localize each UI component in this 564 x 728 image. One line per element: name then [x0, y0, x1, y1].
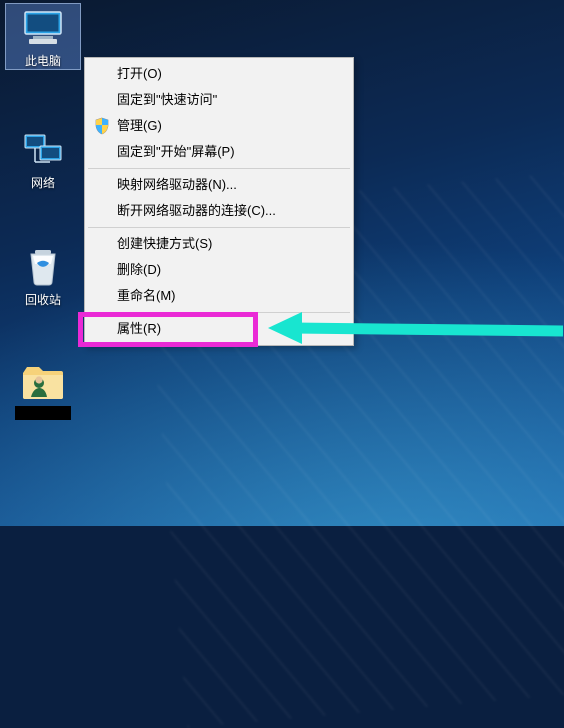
menu-item-label: 映射网络驱动器(N)... — [117, 177, 237, 192]
context-menu: 打开(O) 固定到"快速访问" 管理(G) 固定到"开始"屏幕(P) 映射网络驱… — [84, 57, 354, 346]
desktop-background[interactable]: 此电脑 网络 回收站 — [0, 0, 564, 526]
desktop-icon-label: 回收站 — [6, 291, 80, 308]
shield-icon — [93, 117, 111, 135]
menu-item-manage[interactable]: 管理(G) — [87, 113, 351, 139]
computer-icon — [19, 8, 67, 48]
menu-item-label: 创建快捷方式(S) — [117, 236, 212, 251]
menu-item-label: 属性(R) — [117, 321, 161, 336]
menu-item-pin-quick-access[interactable]: 固定到"快速访问" — [87, 87, 351, 113]
menu-item-label: 管理(G) — [117, 118, 162, 133]
desktop-icon-network[interactable]: 网络 — [6, 126, 80, 191]
menu-item-properties[interactable]: 属性(R) — [87, 316, 351, 342]
menu-item-map-drive[interactable]: 映射网络驱动器(N)... — [87, 172, 351, 198]
desktop-icon-recycle-bin[interactable]: 回收站 — [6, 243, 80, 308]
menu-item-label: 固定到"快速访问" — [117, 92, 217, 107]
network-icon — [19, 130, 67, 170]
menu-separator — [88, 312, 350, 313]
menu-item-pin-start[interactable]: 固定到"开始"屏幕(P) — [87, 139, 351, 165]
folder-user-icon — [19, 362, 67, 402]
desktop-icon-label: 网络 — [6, 174, 80, 191]
menu-separator — [88, 227, 350, 228]
menu-item-open[interactable]: 打开(O) — [87, 61, 351, 87]
desktop-icon-this-pc[interactable]: 此电脑 — [6, 4, 80, 69]
menu-item-label: 重命名(M) — [117, 288, 176, 303]
menu-item-create-shortcut[interactable]: 创建快捷方式(S) — [87, 231, 351, 257]
menu-item-label: 打开(O) — [117, 66, 162, 81]
menu-item-disconnect-drive[interactable]: 断开网络驱动器的连接(C)... — [87, 198, 351, 224]
menu-item-label: 固定到"开始"屏幕(P) — [117, 144, 235, 159]
menu-item-rename[interactable]: 重命名(M) — [87, 283, 351, 309]
desktop-icon-user-folder[interactable] — [6, 358, 80, 423]
menu-item-label: 删除(D) — [117, 262, 161, 277]
menu-item-label: 断开网络驱动器的连接(C)... — [117, 203, 276, 218]
desktop-icon-label: 此电脑 — [6, 52, 80, 69]
menu-separator — [88, 168, 350, 169]
recycle-bin-icon — [19, 247, 67, 287]
desktop-icon-label — [15, 406, 71, 420]
menu-item-delete[interactable]: 删除(D) — [87, 257, 351, 283]
